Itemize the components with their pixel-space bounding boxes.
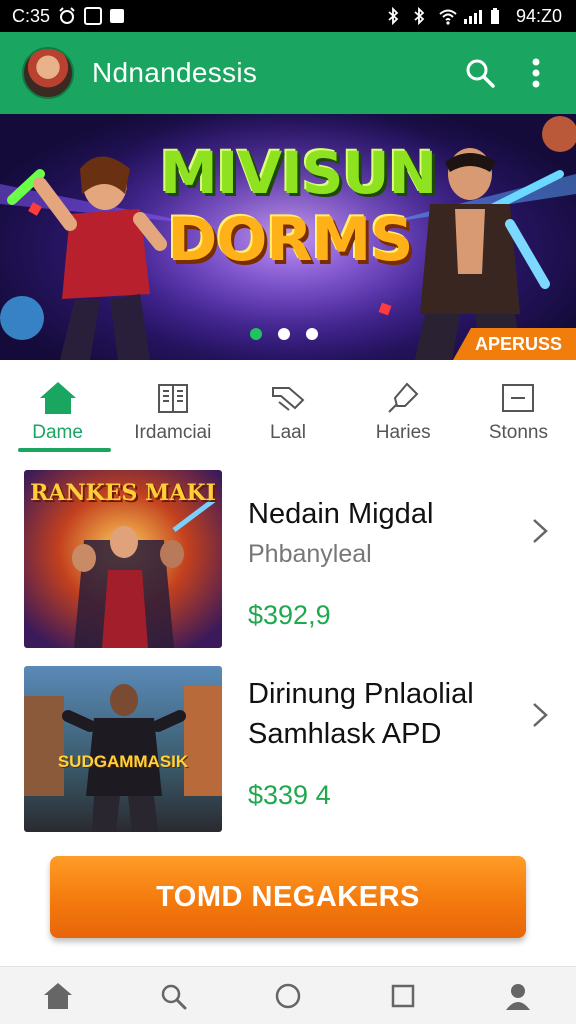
bluetooth-icon bbox=[412, 6, 430, 26]
book-icon bbox=[157, 384, 188, 413]
status-time-right: 94:Z0 bbox=[515, 5, 562, 26]
tab-dame[interactable]: Dame bbox=[0, 372, 115, 454]
banner-badge: APERUSS bbox=[452, 328, 576, 360]
banner-title-line2: DORMS bbox=[167, 205, 414, 275]
app-bar: Ndnandessis bbox=[0, 32, 576, 114]
chevron-right-icon[interactable] bbox=[528, 700, 552, 730]
search-icon bbox=[466, 59, 495, 88]
item-title: Dirinung Pnlaolial Samhlask APD bbox=[248, 674, 518, 754]
tag-icon bbox=[272, 387, 305, 411]
carousel-dot[interactable] bbox=[278, 328, 290, 340]
item-thumbnail: RANKES MAKI bbox=[24, 470, 222, 648]
tab-label: Laal bbox=[270, 422, 306, 443]
item-thumbnail: SUDGAMMASIK bbox=[24, 666, 222, 832]
nav-profile-button[interactable] bbox=[498, 976, 538, 1016]
item-subtitle: Phbanyleal bbox=[248, 540, 372, 568]
carousel-dot[interactable] bbox=[306, 328, 318, 340]
carousel-indicator bbox=[250, 328, 318, 340]
nav-search-button[interactable] bbox=[153, 976, 193, 1016]
chevron-right-icon[interactable] bbox=[528, 516, 552, 546]
circle-icon bbox=[275, 983, 301, 1008]
carousel-dot[interactable] bbox=[250, 328, 262, 340]
person-icon bbox=[506, 983, 531, 1010]
more-button[interactable] bbox=[514, 51, 558, 95]
bluetooth-icon bbox=[386, 6, 404, 26]
item-price: $392,9 bbox=[248, 600, 331, 630]
bottom-nav-bar bbox=[0, 966, 576, 1024]
tab-irdamciai[interactable]: Irdamciai bbox=[115, 372, 230, 454]
promo-banner[interactable]: MIVISUN DORMS APERUSS bbox=[0, 114, 576, 360]
nav-home-button[interactable] bbox=[38, 976, 78, 1016]
home-icon bbox=[39, 382, 76, 414]
tab-label: Stonns bbox=[488, 422, 548, 443]
nav-circle-button[interactable] bbox=[268, 976, 308, 1016]
signal-icon bbox=[463, 8, 482, 24]
check-icon bbox=[84, 7, 103, 25]
search-button[interactable] bbox=[458, 51, 502, 95]
item-title-line1: Dirinung Pnlaolial bbox=[248, 678, 474, 710]
tab-stonns[interactable]: Stonns bbox=[461, 372, 576, 454]
battery-icon bbox=[490, 7, 508, 25]
square-icon bbox=[391, 984, 415, 1007]
tab-haries[interactable]: Haries bbox=[346, 372, 461, 454]
nav-square-button[interactable] bbox=[383, 976, 423, 1016]
status-right: 94:Z0 bbox=[386, 6, 562, 27]
notification-icon bbox=[110, 9, 125, 23]
avatar[interactable] bbox=[22, 47, 74, 99]
banner-title-line1: MIVISUN bbox=[160, 139, 437, 207]
category-tabs: Dame Irdamciai Laal Haries Stonns bbox=[0, 372, 576, 454]
item-thumbnail-art bbox=[24, 666, 222, 832]
tab-laal[interactable]: Laal bbox=[230, 372, 345, 454]
card-icon bbox=[502, 384, 535, 412]
tab-label: Irdamciai bbox=[134, 422, 212, 443]
pin-icon bbox=[388, 382, 419, 413]
search-icon bbox=[161, 984, 187, 1009]
more-vert-icon bbox=[532, 58, 540, 88]
item-price: $339 4 bbox=[248, 780, 331, 810]
tab-label: Haries bbox=[375, 422, 431, 443]
primary-cta-button[interactable]: TOMD NEGAKERS bbox=[50, 856, 526, 938]
alarm-icon bbox=[58, 7, 76, 25]
banner-title: MIVISUN DORMS bbox=[160, 139, 437, 275]
status-left: C:35 bbox=[12, 5, 125, 27]
status-bar: C:35 94:Z0 bbox=[0, 0, 576, 32]
status-time-left: C:35 bbox=[12, 5, 51, 26]
wifi-icon bbox=[438, 7, 457, 25]
list-item[interactable]: SUDGAMMASIK Dirinung Pnlaolial Samhlask … bbox=[0, 666, 576, 848]
item-title-line2: Samhlask APD bbox=[248, 718, 442, 750]
item-title: Nedain Migdal bbox=[248, 498, 434, 530]
list-item[interactable]: RANKES MAKI Nedain Migdal Phbanyleal $39… bbox=[0, 470, 576, 652]
home-icon bbox=[43, 982, 72, 1009]
thumbnail-title: RANKES MAKI bbox=[30, 480, 216, 506]
thumbnail-title: SUDGAMMASIK bbox=[57, 752, 189, 771]
app-title: Ndnandessis bbox=[92, 57, 258, 88]
tab-label: Dame bbox=[32, 422, 83, 443]
